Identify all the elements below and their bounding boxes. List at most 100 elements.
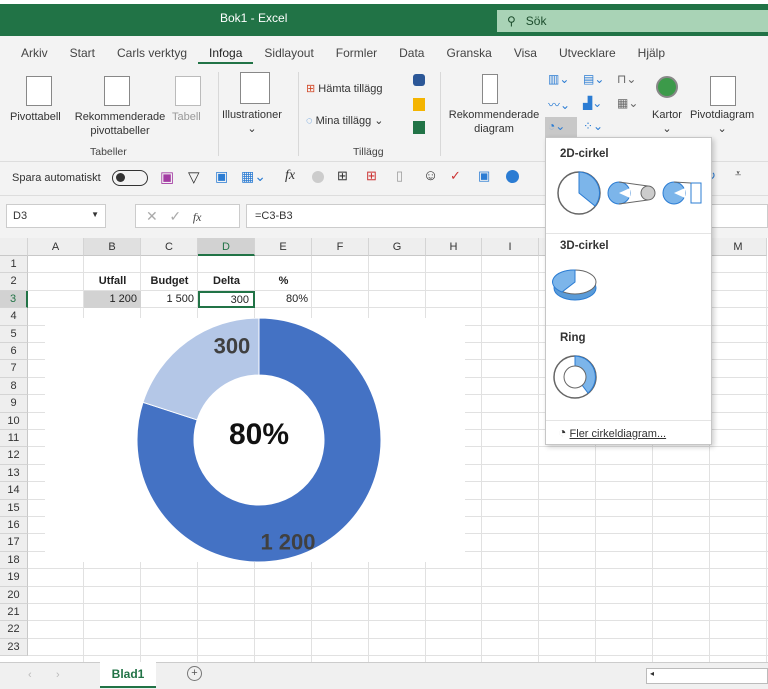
- bar-of-pie-icon[interactable]: [662, 181, 702, 205]
- row-header-9[interactable]: 9: [0, 395, 28, 413]
- pivottabell-button[interactable]: Pivottabell: [10, 110, 61, 124]
- name-box[interactable]: D3 ▼: [6, 204, 106, 228]
- insert-function-icon[interactable]: fx: [193, 210, 202, 224]
- row-header-4[interactable]: 4: [0, 308, 28, 326]
- recommended-charts-button[interactable]: Rekommenderade diagram: [446, 108, 542, 136]
- cell-e3[interactable]: 80%: [255, 291, 312, 308]
- doughnut-icon[interactable]: [552, 354, 612, 404]
- hierarchy-chart-icon[interactable]: ▤⌄: [583, 72, 604, 86]
- smiley-icon[interactable]: ☺: [423, 167, 438, 184]
- pivotchart-button[interactable]: Pivotdiagram ⌄: [690, 108, 754, 136]
- row-header-22[interactable]: 22: [0, 621, 28, 639]
- doughnut-chart[interactable]: 1 200 300 80%: [45, 317, 465, 563]
- column-header-b[interactable]: B: [84, 238, 141, 256]
- column-icon[interactable]: ⊞: [337, 168, 348, 184]
- freeze-icon[interactable]: ▣: [478, 168, 490, 184]
- table-style-icon[interactable]: ▦⌄: [241, 168, 266, 185]
- pie-3d-icon[interactable]: [552, 262, 612, 312]
- cell-b2[interactable]: Utfall: [84, 273, 141, 290]
- table-button[interactable]: Tabell: [172, 110, 201, 124]
- shape-icon[interactable]: [506, 170, 519, 183]
- cancel-icon[interactable]: ✕: [146, 208, 158, 224]
- tab-infoga[interactable]: Infoga: [198, 36, 254, 64]
- column-header-f[interactable]: F: [312, 238, 369, 256]
- search-box[interactable]: ⚲ Sök: [497, 10, 768, 32]
- tab-sidlayout[interactable]: Sidlayout: [253, 36, 324, 66]
- pie-of-pie-icon[interactable]: [607, 181, 656, 205]
- tab-hjalp[interactable]: Hjälp: [627, 36, 676, 66]
- combo-chart-icon[interactable]: ▦⌄: [617, 96, 638, 110]
- sheet-tab-blad1[interactable]: Blad1: [100, 662, 156, 688]
- horizontal-scrollbar[interactable]: ◂: [646, 668, 768, 684]
- row-header-14[interactable]: 14: [0, 482, 28, 500]
- statistic-chart-icon[interactable]: ▟⌄: [583, 96, 602, 110]
- row-header-15[interactable]: 15: [0, 499, 28, 517]
- line-chart-icon[interactable]: 〰⌄: [548, 96, 570, 113]
- function-icon[interactable]: fx: [285, 168, 295, 184]
- row-header-5[interactable]: 5: [0, 325, 28, 343]
- tab-arkiv[interactable]: Arkiv: [10, 36, 59, 66]
- add-sheet-icon[interactable]: +: [187, 666, 202, 681]
- scatter-chart-icon[interactable]: ⁘⌄: [583, 119, 603, 133]
- row-header-6[interactable]: 6: [0, 343, 28, 361]
- tab-start[interactable]: Start: [59, 36, 106, 66]
- tab-carls-verktyg[interactable]: Carls verktyg: [106, 36, 198, 66]
- my-addins-button[interactable]: ◌ Mina tillägg ⌄: [306, 114, 384, 128]
- row-header-20[interactable]: 20: [0, 586, 28, 604]
- column-chart-icon[interactable]: ▥⌄: [548, 72, 569, 86]
- row-header-8[interactable]: 8: [0, 377, 28, 396]
- waterfall-chart-icon[interactable]: ⊓⌄: [617, 72, 636, 86]
- column-header-i[interactable]: I: [482, 238, 539, 256]
- row-header-1[interactable]: 1: [0, 256, 28, 274]
- row-header-18[interactable]: 18: [0, 551, 28, 570]
- row-header-11[interactable]: 11: [0, 430, 28, 448]
- visio-icon[interactable]: [413, 74, 425, 86]
- row-header-7[interactable]: 7: [0, 360, 28, 378]
- row-header-16[interactable]: 16: [0, 517, 28, 535]
- tab-data[interactable]: Data: [388, 36, 435, 66]
- autosave-toggle[interactable]: [112, 170, 148, 186]
- column-header-h[interactable]: H: [426, 238, 482, 256]
- cell-b3[interactable]: 1 200: [84, 290, 141, 308]
- form-icon[interactable]: ▣: [215, 168, 228, 185]
- tab-visa[interactable]: Visa: [503, 36, 548, 66]
- scroll-left-icon[interactable]: ‹: [28, 669, 32, 681]
- column-header-c[interactable]: C: [141, 238, 198, 256]
- recommended-pivottables-button[interactable]: Rekommenderade pivottabeller: [72, 110, 168, 138]
- cell-c3[interactable]: 1 500: [141, 291, 198, 308]
- document-icon[interactable]: ▯: [396, 168, 403, 184]
- column-header-a[interactable]: A: [28, 238, 84, 256]
- validation-icon[interactable]: ✓: [450, 168, 461, 184]
- cell-e2[interactable]: %: [255, 273, 312, 290]
- customize-qat-icon[interactable]: ⩡: [735, 168, 741, 181]
- row-header-21[interactable]: 21: [0, 604, 28, 622]
- tab-formler[interactable]: Formler: [325, 36, 388, 66]
- scroll-right-icon[interactable]: ›: [56, 669, 60, 681]
- pie-chart-button[interactable]: ◔⌄: [545, 117, 577, 137]
- maps-button[interactable]: Kartor ⌄: [652, 108, 682, 136]
- people-graph-icon[interactable]: [413, 121, 425, 134]
- delete-column-icon[interactable]: ⊞: [366, 168, 377, 184]
- cell-d3[interactable]: 300: [198, 290, 255, 308]
- more-pie-charts-item[interactable]: ◔ Fler cirkeldiagram...: [558, 424, 666, 440]
- tab-utvecklare[interactable]: Utvecklare: [548, 36, 627, 66]
- column-header-e[interactable]: E: [255, 238, 312, 256]
- get-addins-button[interactable]: ⊞ Hämta tillägg: [306, 82, 382, 96]
- cell-d2[interactable]: Delta: [198, 273, 255, 290]
- row-header-2[interactable]: 2: [0, 273, 28, 291]
- bing-icon[interactable]: [413, 98, 425, 111]
- cell-c2[interactable]: Budget: [141, 273, 198, 290]
- row-header-12[interactable]: 12: [0, 447, 28, 465]
- illustrations-button[interactable]: Illustrationer ⌄: [222, 108, 282, 136]
- row-header-23[interactable]: 23: [0, 638, 28, 657]
- circle-icon[interactable]: [312, 171, 324, 183]
- column-header-d[interactable]: D: [198, 238, 255, 256]
- row-header-3[interactable]: 3: [0, 290, 28, 309]
- tab-granska[interactable]: Granska: [435, 36, 502, 66]
- enter-icon[interactable]: ✓: [169, 208, 181, 224]
- select-all-corner[interactable]: [0, 238, 28, 256]
- row-header-13[interactable]: 13: [0, 464, 28, 483]
- row-header-19[interactable]: 19: [0, 569, 28, 587]
- row-header-10[interactable]: 10: [0, 412, 28, 430]
- column-header-g[interactable]: G: [369, 238, 426, 256]
